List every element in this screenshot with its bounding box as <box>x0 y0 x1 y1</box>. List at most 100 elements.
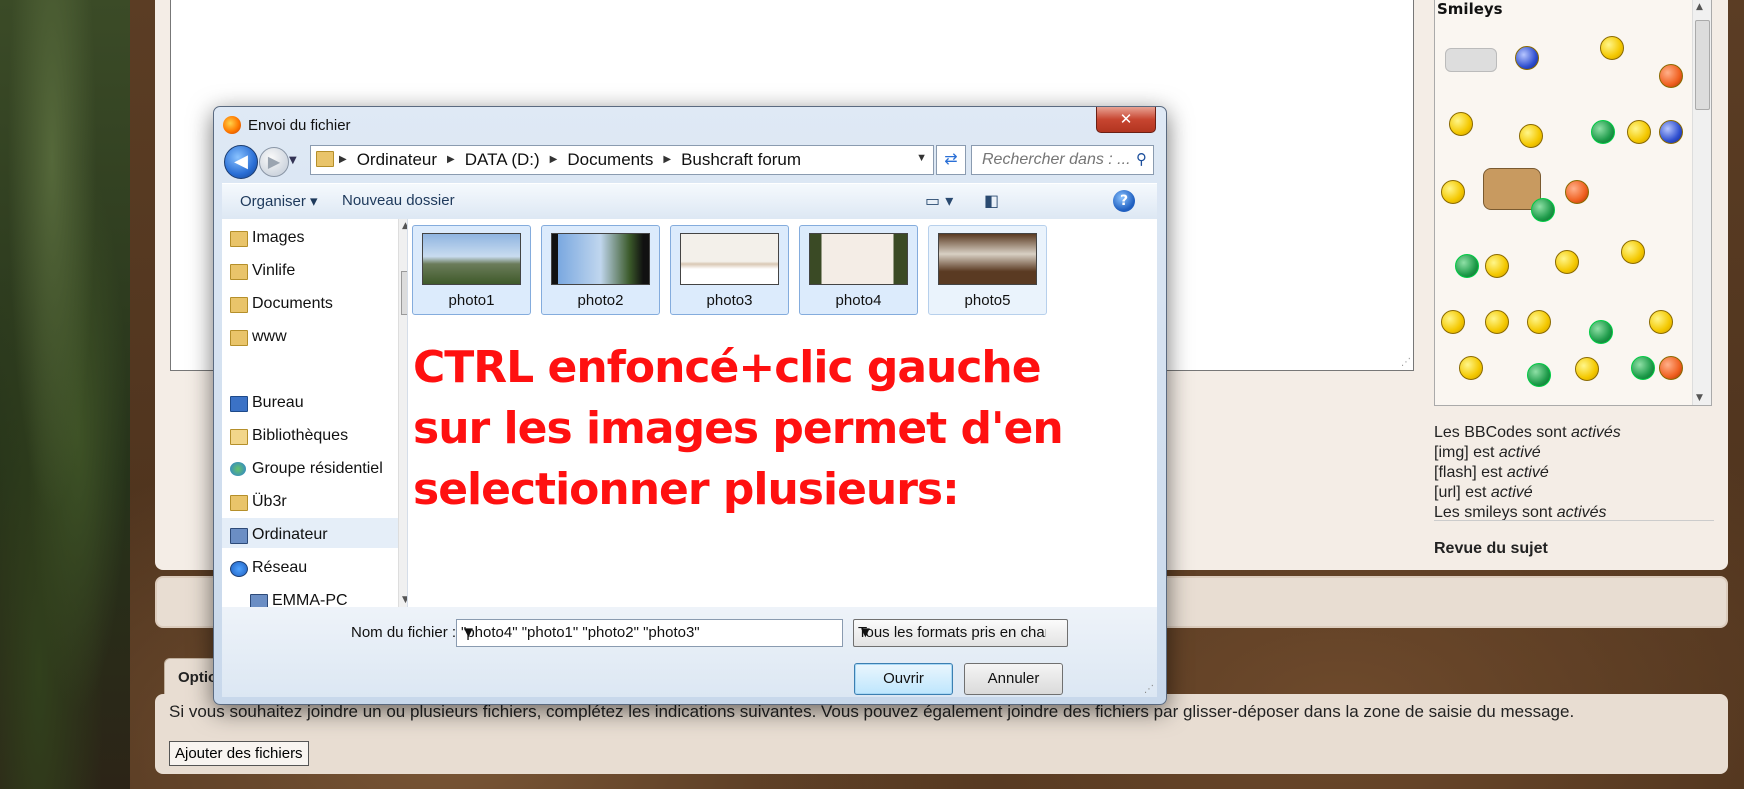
smiley-icon[interactable] <box>1659 356 1683 380</box>
close-button[interactable]: ✕ <box>1096 107 1156 133</box>
chevron-right-icon[interactable]: ▶ <box>550 150 558 170</box>
file-type-select[interactable]: Tous les formats pris en charge ▼ <box>853 619 1068 647</box>
smiley-icon[interactable] <box>1441 180 1465 204</box>
view-options-icon[interactable]: ▭ ▾ <box>925 191 953 210</box>
smileys-title: Smileys <box>1437 0 1503 18</box>
revue-du-sujet-heading: Revue du sujet <box>1434 540 1548 557</box>
folder-icon <box>316 151 334 167</box>
nav-item-documents[interactable]: Documents <box>230 295 333 313</box>
search-input[interactable] <box>980 150 1134 170</box>
smileys-scrollbar[interactable]: ▲ ▼ <box>1692 0 1711 405</box>
address-bar[interactable]: ▶ Ordinateur ▶ DATA (D:) ▶ Documents ▶ B… <box>310 145 934 175</box>
breadcrumb-item[interactable]: Bushcraft forum <box>681 150 801 170</box>
scrollbar-thumb[interactable] <box>401 271 407 315</box>
smiley-icon[interactable] <box>1485 310 1509 334</box>
smiley-icon[interactable] <box>1555 250 1579 274</box>
filename-field[interactable]: "photo4" "photo1" "photo2" "photo3" ▼ <box>456 619 843 647</box>
file-name: photo2 <box>577 292 624 309</box>
resize-grip-icon[interactable]: ⋰ <box>1401 357 1411 368</box>
breadcrumb-item[interactable]: DATA (D:) <box>465 150 540 170</box>
filename-dropdown-icon[interactable]: ▼ <box>461 624 837 641</box>
chevron-right-icon[interactable]: ▶ <box>447 150 455 170</box>
dialog-footer: Nom du fichier : "photo4" "photo1" "phot… <box>222 607 1157 697</box>
smiley-icon[interactable] <box>1565 180 1589 204</box>
computer-icon <box>250 594 268 607</box>
smiley-icon[interactable] <box>1445 48 1497 72</box>
nav-scrollbar[interactable]: ▲ ▼ <box>398 219 407 607</box>
nav-item-bureau[interactable]: Bureau <box>230 394 304 412</box>
forward-arrow-icon[interactable]: ▶ <box>259 147 289 177</box>
file-name: photo3 <box>706 292 753 309</box>
user-folder-icon <box>230 495 248 511</box>
smiley-icon[interactable] <box>1627 120 1651 144</box>
file-name: photo5 <box>964 292 1011 309</box>
back-arrow-icon[interactable]: ◀ <box>224 145 258 179</box>
file-item-photo1[interactable]: photo1 <box>412 225 531 315</box>
bbcode-line: Les BBCodes sont activés <box>1434 424 1621 441</box>
smiley-icon[interactable] <box>1659 120 1683 144</box>
smiley-icon[interactable] <box>1591 120 1615 144</box>
smiley-icon[interactable] <box>1659 64 1683 88</box>
new-folder-button[interactable]: Nouveau dossier <box>342 192 455 209</box>
bbcode-line: [url] est activé <box>1434 484 1533 501</box>
smiley-icon[interactable] <box>1485 254 1509 278</box>
add-files-button[interactable]: Ajouter des fichiers <box>169 741 309 766</box>
refresh-icon[interactable]: ⇄ <box>936 145 966 175</box>
help-icon[interactable]: ? <box>1113 190 1135 212</box>
history-dropdown-icon[interactable]: ▼ <box>289 155 297 166</box>
smiley-icon[interactable] <box>1527 310 1551 334</box>
breadcrumb-item[interactable]: Ordinateur <box>357 150 437 170</box>
search-icon[interactable]: ⚲ <box>1136 150 1147 168</box>
preview-pane-icon[interactable]: ◧ <box>984 191 999 210</box>
file-name: photo4 <box>835 292 882 309</box>
smiley-icon[interactable] <box>1621 240 1645 264</box>
nav-item-ub3r[interactable]: Üb3r <box>230 493 287 511</box>
nav-item-ordinateur[interactable]: Ordinateur <box>230 526 328 544</box>
nav-item-reseau[interactable]: Réseau <box>230 559 307 577</box>
smiley-icon[interactable] <box>1631 356 1655 380</box>
nav-item-images[interactable]: Images <box>230 229 304 247</box>
photo-thumbnail <box>422 233 521 285</box>
nav-item-emma-pc[interactable]: EMMA-PC <box>250 592 348 607</box>
nav-item-groupe-residentiel[interactable]: Groupe résidentiel <box>230 460 383 478</box>
cancel-button[interactable]: Annuler <box>964 663 1063 695</box>
scrollbar-thumb[interactable] <box>1695 20 1710 110</box>
chevron-down-icon[interactable]: ▼ <box>858 624 1046 641</box>
breadcrumb-item[interactable]: Documents <box>567 150 653 170</box>
smiley-icon[interactable] <box>1441 310 1465 334</box>
smileys-box: Smileys ▲ ▼ <box>1434 0 1712 406</box>
smiley-icon[interactable] <box>1575 357 1599 381</box>
file-item-photo3[interactable]: photo3 <box>670 225 789 315</box>
attachments-instructions: Si vous souhaitez joindre un ou plusieur… <box>169 702 1575 721</box>
file-item-photo5[interactable]: photo5 <box>928 225 1047 315</box>
resize-grip-icon[interactable]: ⋰ <box>1144 684 1154 695</box>
navigation-pane: Images Vinlife Documents www Bureau Bibl… <box>222 219 408 607</box>
divider <box>1434 520 1714 521</box>
homegroup-icon <box>230 462 246 476</box>
file-item-photo2[interactable]: photo2 <box>541 225 660 315</box>
address-dropdown-icon[interactable]: ▼ <box>916 152 927 164</box>
folder-icon <box>230 330 248 346</box>
nav-item-bibliotheques[interactable]: Bibliothèques <box>230 427 348 445</box>
smiley-icon[interactable] <box>1600 36 1624 60</box>
smiley-icon[interactable] <box>1527 363 1551 387</box>
smiley-icon[interactable] <box>1515 46 1539 70</box>
scroll-up-icon[interactable]: ▲ <box>1696 2 1703 12</box>
photo-thumbnail <box>938 233 1037 285</box>
smiley-icon[interactable] <box>1649 310 1673 334</box>
smiley-icon[interactable] <box>1531 198 1555 222</box>
nav-item-www[interactable]: www <box>230 328 287 346</box>
scroll-down-icon[interactable]: ▼ <box>1696 393 1703 403</box>
smiley-icon[interactable] <box>1449 112 1473 136</box>
smiley-icon[interactable] <box>1455 254 1479 278</box>
smiley-icon[interactable] <box>1589 320 1613 344</box>
nav-item-vinlife[interactable]: Vinlife <box>230 262 295 280</box>
bbcode-line: [flash] est activé <box>1434 464 1549 481</box>
organize-button[interactable]: Organiser ▾ <box>240 192 318 210</box>
smiley-icon[interactable] <box>1519 124 1543 148</box>
chevron-right-icon[interactable]: ▶ <box>663 150 671 170</box>
search-box[interactable]: ⚲ <box>971 145 1154 175</box>
file-item-photo4[interactable]: photo4 <box>799 225 918 315</box>
smiley-icon[interactable] <box>1459 356 1483 380</box>
open-button[interactable]: Ouvrir <box>854 663 953 695</box>
